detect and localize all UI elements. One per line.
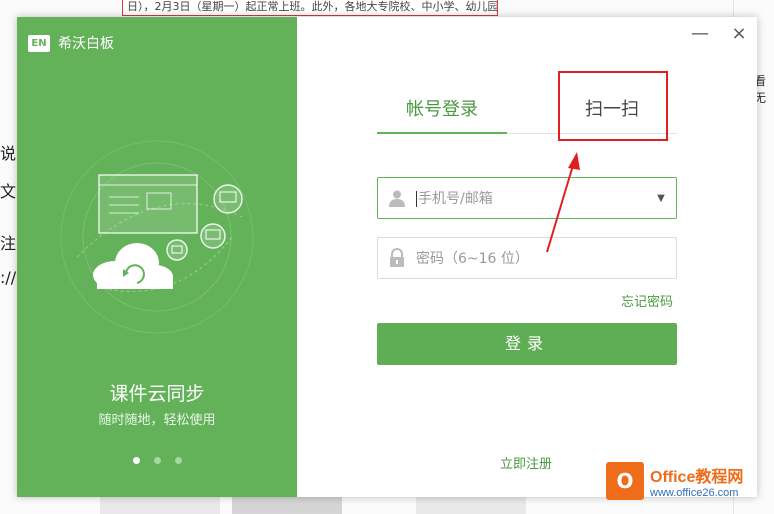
close-button[interactable]: × bbox=[728, 23, 750, 45]
promo-slogan: 课件云同步 bbox=[109, 383, 205, 405]
forgot-password-link[interactable]: 忘记密码 bbox=[621, 291, 673, 310]
watermark: O Office教程网 www.office26.com bbox=[606, 462, 743, 500]
carousel-dots bbox=[133, 457, 182, 464]
lock-icon bbox=[378, 248, 416, 268]
cloud-sync-illustration bbox=[60, 140, 254, 334]
brand-name: 希沃白板 bbox=[58, 36, 114, 52]
dropdown-arrow-icon[interactable]: ▼ bbox=[646, 193, 676, 204]
watermark-url: www.office26.com bbox=[650, 487, 739, 499]
background-top-strip: 日），2月3日（星期一）起正常上班。此外，各地大专院校、中小学、幼儿园推迟开学 bbox=[122, 0, 498, 16]
laptop-icon bbox=[166, 239, 188, 261]
login-button[interactable]: 登录 bbox=[377, 323, 677, 365]
login-dialog: EN 希沃白板 课件云同步 随时随地，轻松使用 — × 帐号登录 扫一扫 手机号… bbox=[17, 17, 757, 497]
active-tab-indicator bbox=[377, 132, 507, 134]
carousel-dot[interactable] bbox=[175, 457, 182, 464]
whiteboard-icon bbox=[98, 174, 198, 234]
watermark-title: Office教程网 bbox=[650, 469, 744, 486]
scan-tab-highlight-box bbox=[558, 71, 668, 141]
background-text-fragment: 文 bbox=[0, 182, 17, 201]
username-placeholder: 手机号/邮箱 bbox=[418, 191, 493, 207]
promo-subslogan: 随时随地，轻松使用 bbox=[98, 413, 216, 428]
carousel-dot[interactable] bbox=[133, 457, 140, 464]
minimize-button[interactable]: — bbox=[689, 23, 711, 45]
brand: EN 希沃白板 bbox=[28, 33, 114, 53]
carousel-dot[interactable] bbox=[154, 457, 161, 464]
promo-panel: EN 希沃白板 课件云同步 随时随地，轻松使用 bbox=[17, 17, 297, 497]
background-text-fragment: 注 bbox=[0, 234, 17, 253]
register-link[interactable]: 立即注册 bbox=[500, 453, 552, 472]
background-right-text: 看无 bbox=[754, 74, 767, 105]
background-text-fragment: 说 bbox=[0, 144, 17, 163]
brand-logo: EN bbox=[28, 34, 50, 52]
monitor-icon bbox=[200, 223, 226, 249]
username-field[interactable]: 手机号/邮箱 ▼ bbox=[377, 177, 677, 219]
text-cursor bbox=[416, 191, 417, 207]
password-field[interactable]: 密码（6~16 位） bbox=[377, 237, 677, 279]
office-logo-icon: O bbox=[606, 462, 644, 500]
password-placeholder: 密码（6~16 位） bbox=[416, 251, 529, 267]
tab-account-login[interactable]: 帐号登录 bbox=[377, 95, 507, 121]
cloud-icon bbox=[93, 243, 173, 289]
presentation-icon bbox=[213, 184, 243, 214]
user-icon bbox=[378, 189, 416, 207]
